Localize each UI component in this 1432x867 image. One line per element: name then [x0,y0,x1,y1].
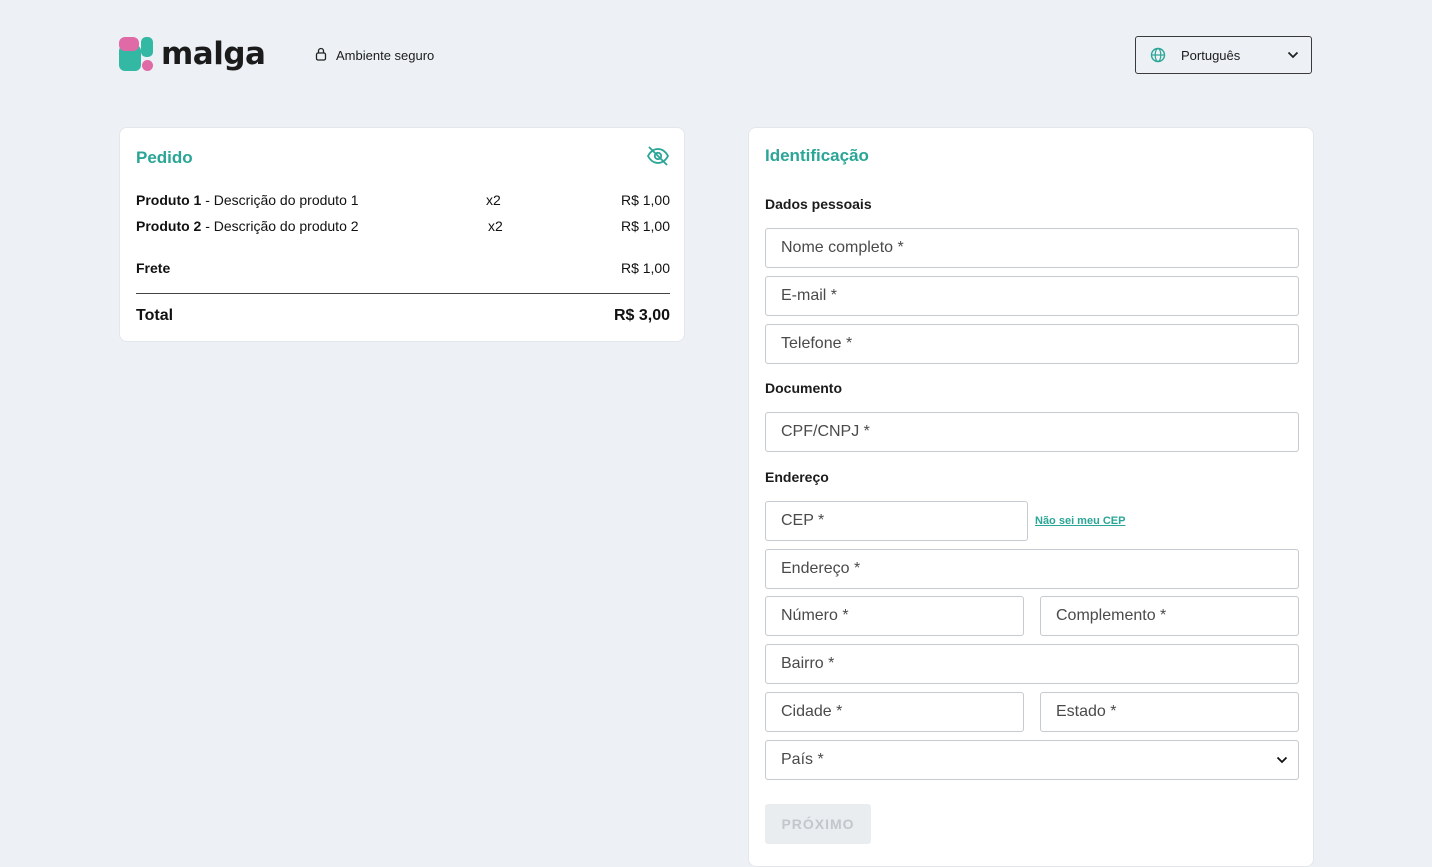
lock-icon [315,47,336,64]
item-quantity: x2 [486,192,501,208]
personal-data-label: Dados pessoais [765,196,872,212]
order-item: Produto 1 - Descrição do produto 1 x2 R$… [136,192,670,212]
eye-off-icon[interactable] [646,145,670,172]
cep-field[interactable] [765,501,1028,541]
order-summary-card: Pedido Produto 1 - Descrição do produto … [119,127,685,342]
complement-input[interactable] [1041,597,1298,635]
secure-environment: Ambiente seguro [315,47,434,64]
full-name-input[interactable] [766,229,1298,267]
country-select[interactable]: País * [765,740,1299,780]
globe-icon [1150,47,1166,63]
cpf-input[interactable] [766,413,1298,451]
cep-input[interactable] [766,502,1027,540]
item-name: Produto 1 - Descrição do produto 1 [136,192,359,208]
address-label: Endereço [765,469,829,485]
number-field[interactable] [765,596,1024,636]
city-field[interactable] [765,692,1024,732]
city-input[interactable] [766,693,1023,731]
language-label: Português [1181,47,1241,63]
chevron-down-icon [1276,756,1288,764]
district-field[interactable] [765,644,1299,684]
complement-field[interactable] [1040,596,1299,636]
shipping-label: Frete [136,260,171,276]
item-name: Produto 2 - Descrição do produto 2 [136,218,359,234]
shipping-price: R$ 1,00 [620,260,670,276]
street-field[interactable] [765,549,1299,589]
divider [136,293,670,294]
cpf-field[interactable] [765,412,1299,452]
brand-name: malga [161,36,266,72]
identification-title: Identificação [765,146,869,165]
document-label: Documento [765,380,842,396]
chevron-down-icon [1287,51,1299,59]
shipping-row: Frete R$ 1,00 [136,260,670,280]
item-quantity: x2 [488,218,503,234]
phone-field[interactable] [765,324,1299,364]
district-input[interactable] [766,645,1298,683]
secure-label: Ambiente seguro [336,48,435,63]
state-input[interactable] [1041,693,1298,731]
email-input[interactable] [766,277,1298,315]
street-input[interactable] [766,550,1298,588]
total-price: R$ 3,00 [613,307,670,324]
total-row: Total R$ 3,00 [136,307,670,325]
order-item: Produto 2 - Descrição do produto 2 x2 R$… [136,218,670,238]
language-select[interactable]: Português [1135,36,1312,74]
order-title: Pedido [136,148,193,167]
item-price: R$ 1,00 [620,192,670,208]
country-select-label: País * [781,751,824,768]
state-field[interactable] [1040,692,1299,732]
phone-input[interactable] [766,325,1298,363]
next-button[interactable]: PRÓXIMO [765,804,871,844]
number-input[interactable] [766,597,1023,635]
identification-card: Identificação Dados pessoais Documento E… [748,127,1314,867]
brand-logo: malga [119,36,266,72]
email-field[interactable] [765,276,1299,316]
full-name-field[interactable] [765,228,1299,268]
total-label: Total [136,307,174,324]
item-price: R$ 1,00 [620,218,670,234]
unknown-cep-link[interactable]: Não sei meu CEP [1035,515,1125,527]
logo-mark [119,37,153,71]
